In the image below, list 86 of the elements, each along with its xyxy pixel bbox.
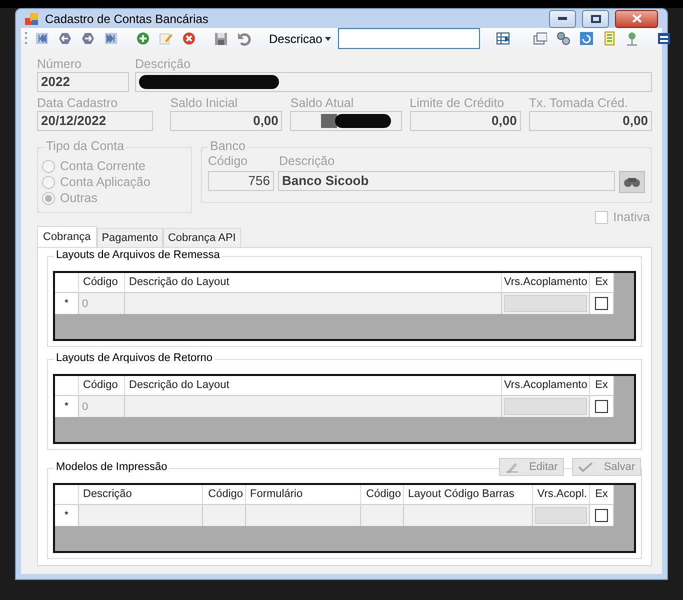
field-label: Data Cadastro [37, 96, 119, 111]
column-header[interactable]: Vrs.Acoplamento [502, 273, 590, 293]
app-icon [25, 12, 39, 26]
caret-icon [325, 36, 332, 40]
table-arrow-icon[interactable] [496, 31, 510, 46]
column-header[interactable]: Descrição do Layout [125, 376, 502, 396]
text-field[interactable]: Banco Sicoob [278, 171, 615, 191]
window-title: Cadastro de Contas Bancárias [45, 10, 208, 28]
tab[interactable]: Cobrança API [162, 228, 241, 247]
plus-icon[interactable] [136, 31, 150, 46]
tab[interactable]: Pagamento [96, 228, 163, 247]
table-corner [55, 376, 79, 396]
table-cell [361, 505, 404, 526]
maximize-icon [590, 14, 600, 22]
column-header[interactable]: Ex [590, 376, 614, 396]
column-header[interactable]: Código [203, 485, 246, 505]
table-corner [55, 273, 79, 293]
checkmark-icon [578, 461, 594, 473]
skip-back-icon[interactable] [35, 31, 49, 46]
save-icon[interactable] [214, 31, 228, 46]
binoculars-icon [623, 176, 641, 188]
group-title: Modelos de Impressão [54, 460, 170, 474]
search-button[interactable] [619, 171, 645, 193]
windows-icon[interactable] [533, 31, 548, 46]
minimize-icon [558, 17, 567, 20]
document-icon[interactable] [602, 31, 616, 46]
column-header[interactable]: Código [79, 376, 125, 396]
row-marker: * [55, 293, 79, 314]
redaction-mark [320, 114, 391, 128]
table-cell: 0 [79, 293, 125, 314]
map-pin-icon[interactable] [625, 31, 640, 46]
text-field[interactable]: 756 [208, 171, 274, 191]
close-button[interactable] [615, 10, 658, 28]
tab[interactable]: Cobrança [37, 226, 97, 248]
table-corner [55, 485, 79, 505]
field-label: Saldo Inicial [170, 96, 239, 111]
back-arrow-icon[interactable] [58, 31, 72, 46]
table-cell [203, 505, 246, 526]
maximize-button[interactable] [582, 10, 609, 28]
group-title: Tipo da Conta [44, 139, 126, 154]
refresh-icon[interactable] [579, 31, 594, 46]
column-header[interactable]: Formulário [246, 485, 361, 505]
pencil-icon[interactable] [159, 31, 173, 46]
field-label: Tx. Tomada Créd. [528, 96, 629, 111]
pencil-icon [505, 461, 520, 473]
field-label: Número [37, 57, 82, 72]
undo-icon[interactable] [237, 31, 251, 46]
text-field[interactable]: 20/12/2022 [37, 111, 154, 131]
close-icon [632, 14, 642, 23]
text-field[interactable]: 0,00 [410, 111, 521, 131]
delete-icon[interactable] [182, 31, 196, 46]
field-label: Código [208, 154, 249, 169]
search-field-dropdown[interactable]: Descricao [267, 30, 334, 48]
column-header[interactable]: Código [79, 273, 125, 293]
group-title: Layouts de Arquivos de Remessa [54, 248, 222, 262]
field-label: Limite de Crédito [410, 96, 506, 111]
column-header[interactable]: Descrição do Layout [125, 273, 502, 293]
field-label: Saldo Atual [290, 96, 355, 111]
grip-icon [25, 30, 28, 46]
radio-icon[interactable] [42, 192, 55, 204]
column-header[interactable]: Vrs.Acopl. [533, 485, 590, 505]
panel-icon[interactable] [657, 31, 672, 46]
column-header[interactable]: Descrição [79, 485, 203, 505]
forward-arrow-icon[interactable] [81, 31, 95, 46]
search-field[interactable] [338, 28, 480, 49]
radio-icon[interactable] [42, 160, 55, 172]
column-header[interactable]: Código [361, 485, 404, 505]
checkbox[interactable] [595, 297, 608, 310]
column-header[interactable]: Vrs.Acoplamento [502, 376, 590, 396]
skip-forward-icon[interactable] [104, 31, 118, 46]
checkbox[interactable] [595, 509, 608, 522]
minimize-button[interactable] [549, 10, 576, 28]
radio-icon[interactable] [42, 176, 55, 188]
row-marker: * [55, 505, 79, 526]
text-field[interactable]: 0,00 [528, 111, 652, 131]
column-header[interactable]: Ex [590, 485, 614, 505]
group-title: Layouts de Arquivos de Retorno [54, 351, 215, 365]
text-field[interactable]: 0,00 [170, 111, 282, 131]
column-header[interactable]: Ex [590, 273, 614, 293]
field-label: Descrição [279, 154, 335, 169]
table-cell: 0 [79, 396, 125, 417]
checkbox[interactable] [595, 400, 608, 413]
text-field[interactable]: 2022 [37, 72, 129, 92]
column-header[interactable]: Layout Código Barras [404, 485, 533, 505]
row-marker: * [55, 396, 79, 417]
field-label: Descrição [135, 57, 192, 72]
